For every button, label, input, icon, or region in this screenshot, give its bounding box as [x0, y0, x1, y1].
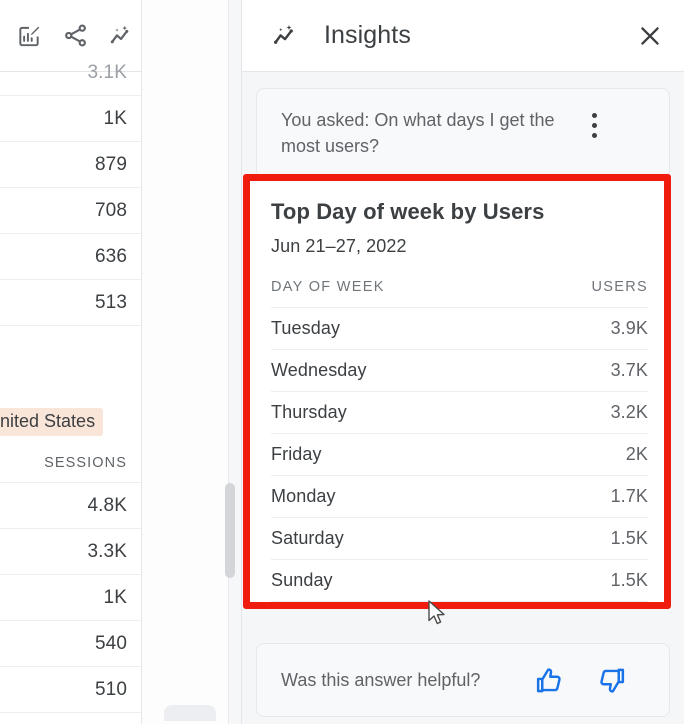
more-vert-icon[interactable] — [581, 107, 607, 138]
page-title: Insights — [324, 21, 411, 49]
thumb-up-icon[interactable] — [529, 660, 569, 700]
report-metrics: 3.1K 1K 879 708 636 513 nited States SES… — [0, 62, 141, 724]
thumb-down-icon[interactable] — [591, 660, 631, 700]
metric-value: 636 — [94, 245, 127, 267]
metric-value: 540 — [94, 632, 127, 654]
table-row[interactable]: Monday 1.7K — [271, 476, 648, 518]
cell-users: 1.7K — [610, 486, 648, 506]
table-row[interactable]: Wednesday 3.7K — [271, 350, 648, 392]
report-metric-row[interactable]: 3.1K — [0, 50, 141, 96]
insights-sparkle-icon[interactable] — [106, 21, 136, 51]
gutter-surface — [142, 0, 229, 724]
table-row[interactable]: Saturday 1.5K — [271, 518, 648, 560]
report-metric-row[interactable]: 510 — [0, 667, 141, 713]
column-header-users: USERS — [591, 279, 648, 295]
insights-header: Insights — [242, 0, 684, 72]
question-text: You asked: On what days I get the most u… — [281, 110, 555, 157]
report-panel: 3.1K 1K 879 708 636 513 nited States SES… — [0, 0, 141, 724]
report-metric-row[interactable]: 1K — [0, 96, 141, 142]
table-row[interactable]: Thursday 3.2K — [271, 392, 648, 434]
insight-answer-card: Top Day of week by Users Jun 21–27, 2022… — [250, 181, 664, 602]
cell-day: Friday — [271, 444, 322, 464]
report-metric-list-bottom: SESSIONS 4.8K 3.3K 1K 540 510 — [0, 443, 141, 713]
cell-day: Monday — [271, 486, 336, 506]
kebab-dot — [591, 113, 597, 118]
insights-sparkle-icon — [268, 19, 302, 53]
cell-day: Tuesday — [271, 318, 341, 338]
cell-users: 3.9K — [610, 318, 648, 338]
edit-chart-icon[interactable] — [14, 21, 44, 51]
metric-value: 4.8K — [87, 494, 127, 516]
report-metric-row[interactable]: 3.3K — [0, 529, 141, 575]
question-card: You asked: On what days I get the most u… — [256, 88, 670, 179]
cell-users: 1.5K — [610, 528, 648, 548]
report-metric-row[interactable]: 879 — [0, 142, 141, 188]
metric-value: 879 — [94, 153, 127, 175]
sessions-column-header[interactable]: SESSIONS — [0, 443, 141, 483]
cell-users: 1.5K — [610, 570, 648, 590]
metric-value: 3.3K — [87, 540, 127, 562]
table-header-row: DAY OF WEEK USERS — [271, 279, 648, 308]
metric-value: 3.1K — [87, 61, 127, 83]
gutter-decoration — [164, 705, 216, 721]
scrollbar-thumb[interactable] — [225, 483, 235, 578]
report-dimension-highlight: nited States — [0, 408, 141, 436]
report-metric-list-top: 3.1K 1K 879 708 636 513 — [0, 50, 141, 326]
metric-value: 708 — [94, 199, 127, 221]
report-metric-row[interactable]: 540 — [0, 621, 141, 667]
report-metric-row[interactable]: 513 — [0, 280, 141, 326]
app-screen: 3.1K 1K 879 708 636 513 nited States SES… — [0, 0, 684, 724]
report-metric-row[interactable]: 1K — [0, 575, 141, 621]
cell-day: Wednesday — [271, 360, 367, 380]
close-icon[interactable] — [632, 18, 668, 54]
cell-day: Saturday — [271, 528, 344, 548]
answer-date-range: Jun 21–27, 2022 — [271, 236, 407, 256]
kebab-dot — [591, 123, 597, 128]
insights-body: You asked: On what days I get the most u… — [242, 72, 684, 179]
cell-users: 3.2K — [610, 402, 648, 422]
metric-value: 1K — [103, 107, 127, 129]
feedback-bar: Was this answer helpful? — [256, 643, 670, 717]
column-header-day: DAY OF WEEK — [271, 279, 385, 295]
cell-users: 3.7K — [610, 360, 648, 380]
report-metric-row[interactable]: 708 — [0, 188, 141, 234]
country-chip[interactable]: nited States — [0, 408, 104, 436]
vertical-scrollbar[interactable] — [225, 0, 238, 724]
share-icon[interactable] — [60, 21, 90, 51]
kebab-dot — [591, 133, 597, 138]
feedback-prompt: Was this answer helpful? — [281, 669, 481, 690]
cell-day: Sunday — [271, 570, 333, 590]
table-row[interactable]: Friday 2K — [271, 434, 648, 476]
cell-users: 2K — [625, 444, 648, 464]
metric-value: 513 — [94, 291, 127, 313]
table-row[interactable]: Tuesday 3.9K — [271, 308, 648, 350]
insight-table: DAY OF WEEK USERS Tuesday 3.9K Wednesday… — [271, 279, 648, 602]
report-metric-row[interactable]: 636 — [0, 234, 141, 280]
cell-day: Thursday — [271, 402, 347, 422]
answer-title: Top Day of week by Users — [271, 199, 545, 224]
table-row[interactable]: Sunday 1.5K — [271, 560, 648, 602]
metric-value: 1K — [103, 586, 127, 608]
report-metric-row[interactable]: 4.8K — [0, 483, 141, 529]
metric-value: 510 — [94, 678, 127, 700]
report-gutter — [141, 0, 241, 724]
